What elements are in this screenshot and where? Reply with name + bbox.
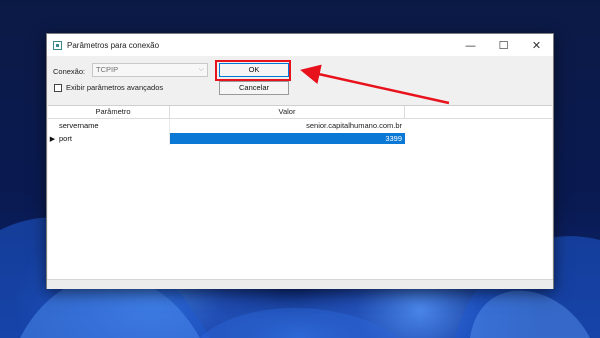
cancel-button[interactable]: Cancelar	[219, 81, 289, 95]
window-controls: — ☐ ✕	[454, 34, 553, 56]
column-header-param[interactable]: Parâmetro	[57, 106, 170, 118]
table-row[interactable]: servername senior.capitalhumano.com.br	[48, 119, 552, 132]
connection-select-value: TCPIP	[96, 65, 119, 74]
advanced-params-label: Exibir parâmetros avançados	[66, 83, 164, 92]
table-row[interactable]: ▶ port 3399	[48, 132, 552, 145]
params-grid: Parâmetro Valor servername senior.capita…	[48, 105, 552, 280]
minimize-icon[interactable]: —	[454, 34, 487, 56]
cell-valor-selected[interactable]: 3399	[170, 133, 405, 144]
advanced-params-checkbox[interactable]	[54, 83, 62, 92]
column-header-valor[interactable]: Valor	[170, 106, 405, 118]
cell-param[interactable]: servername	[57, 119, 170, 132]
connection-form: Conexão: TCPIP ⌵ Exibir parâmetros avanç…	[47, 56, 553, 104]
grid-bottom-bar	[47, 279, 553, 289]
connection-label: Conexão:	[53, 67, 86, 76]
title-bar: Parâmetros para conexão — ☐ ✕	[47, 34, 553, 56]
connection-params-window: Parâmetros para conexão — ☐ ✕ Conexão: T…	[46, 33, 554, 289]
advanced-params-toggle[interactable]: Exibir parâmetros avançados	[54, 83, 163, 92]
grid-header-indicator	[48, 106, 57, 118]
app-icon	[53, 40, 62, 50]
ok-highlight-box	[215, 60, 291, 81]
connection-select[interactable]: TCPIP ⌵	[92, 63, 208, 77]
cell-param[interactable]: port	[57, 132, 170, 145]
grid-header: Parâmetro Valor	[48, 106, 552, 119]
close-icon[interactable]: ✕	[520, 34, 553, 56]
chevron-down-icon: ⌵	[198, 66, 204, 73]
current-row-arrow-icon: ▶	[49, 135, 56, 143]
maximize-icon[interactable]: ☐	[487, 34, 520, 56]
window-title: Parâmetros para conexão	[67, 40, 160, 50]
cell-valor[interactable]: senior.capitalhumano.com.br	[170, 119, 405, 132]
